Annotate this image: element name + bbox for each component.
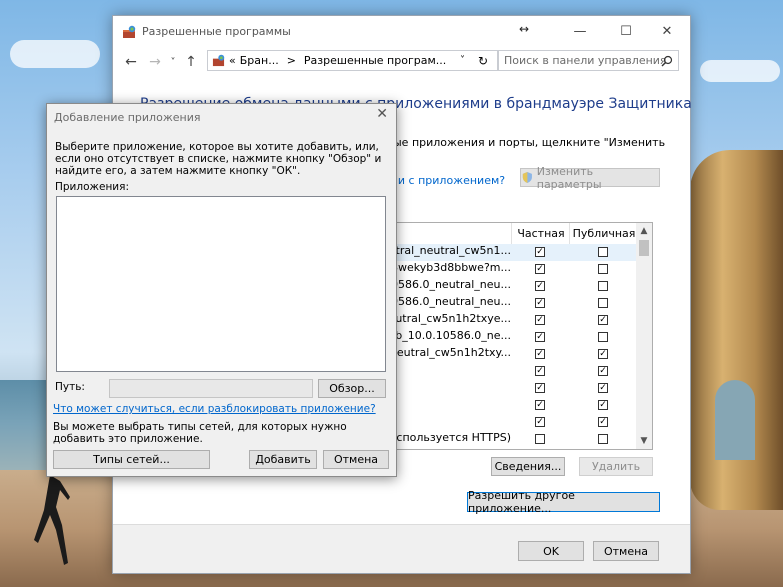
- browse-button[interactable]: Обзор...: [318, 379, 386, 398]
- public-checkbox[interactable]: ✓: [598, 366, 608, 376]
- cloud: [700, 60, 780, 82]
- private-checkbox[interactable]: ✓: [535, 349, 545, 359]
- add-button[interactable]: Добавить: [249, 450, 317, 469]
- refresh-icon[interactable]: ↻: [478, 54, 488, 68]
- dialog-close-icon[interactable]: ✕: [376, 106, 388, 122]
- private-checkbox[interactable]: ✓: [535, 366, 545, 376]
- public-checkbox[interactable]: [598, 298, 608, 308]
- firewall-icon: [123, 25, 136, 38]
- risks-link[interactable]: ями с приложением?: [383, 174, 505, 187]
- scroll-thumb[interactable]: [639, 240, 649, 256]
- dialog-cancel-button[interactable]: Отмена: [323, 450, 389, 469]
- public-checkbox[interactable]: ✓: [598, 417, 608, 427]
- private-checkbox[interactable]: ✓: [535, 264, 545, 274]
- change-settings-button[interactable]: Изменить параметры: [520, 165, 660, 191]
- cloud: [10, 40, 100, 68]
- public-checkbox[interactable]: ✓: [598, 383, 608, 393]
- ok-button[interactable]: OK: [518, 541, 584, 561]
- public-checkbox[interactable]: ✓: [598, 315, 608, 325]
- firewall-icon: [212, 54, 225, 67]
- public-checkbox[interactable]: [598, 281, 608, 291]
- maximize-button[interactable]: ☐: [603, 16, 649, 46]
- network-types-button[interactable]: Типы сетей...: [53, 450, 210, 469]
- path-input[interactable]: [109, 379, 313, 398]
- back-arrow-icon[interactable]: ←: [122, 54, 140, 70]
- column-private[interactable]: Частная: [511, 223, 570, 244]
- address-field[interactable]: « Бран... > Разрешенные програм... ˅ ↻: [207, 50, 499, 71]
- add-app-dialog: Добавление приложения ✕ Выберите приложе…: [46, 103, 397, 477]
- public-checkbox[interactable]: [598, 247, 608, 257]
- details-button[interactable]: Сведения...: [491, 457, 565, 476]
- recent-locations-icon[interactable]: ˅: [164, 57, 182, 68]
- forward-arrow-icon[interactable]: →: [146, 54, 164, 70]
- title-bar: Разрешенные программы ↔ — ☐ ✕: [113, 16, 690, 47]
- column-public[interactable]: Публичная: [569, 223, 638, 244]
- rock-arch: [715, 380, 755, 460]
- path-label: Путь:: [55, 381, 85, 393]
- public-checkbox[interactable]: [598, 332, 608, 342]
- close-button[interactable]: ✕: [644, 16, 690, 46]
- private-checkbox[interactable]: ✓: [535, 315, 545, 325]
- apps-label: Приложения:: [55, 181, 129, 193]
- apps-list[interactable]: [56, 196, 386, 372]
- change-settings-label: Изменить параметры: [536, 164, 602, 191]
- network-types-note: Вы можете выбрать типы сетей, для которы…: [53, 421, 347, 445]
- resize-cursor-icon: ↔: [519, 22, 530, 36]
- search-input[interactable]: Поиск в панели управления: [497, 50, 679, 71]
- public-checkbox[interactable]: [598, 434, 608, 444]
- vertical-scrollbar[interactable]: ▲ ▼: [636, 223, 652, 449]
- breadcrumb-allowed-apps[interactable]: Разрешенные програм...: [304, 54, 446, 67]
- private-checkbox[interactable]: ✓: [535, 332, 545, 342]
- dialog-title: Добавление приложения: [54, 111, 201, 124]
- private-checkbox[interactable]: ✓: [535, 298, 545, 308]
- public-checkbox[interactable]: ✓: [598, 349, 608, 359]
- breadcrumb-prefix: «: [229, 54, 236, 67]
- private-checkbox[interactable]: [535, 434, 545, 444]
- window-title: Разрешенные программы: [142, 25, 291, 38]
- address-dropdown-icon[interactable]: ˅: [460, 55, 465, 66]
- search-icon: [661, 55, 673, 66]
- private-checkbox[interactable]: ✓: [535, 281, 545, 291]
- minimize-button[interactable]: —: [557, 16, 603, 46]
- unblock-risks-link[interactable]: Что может случиться, если разблокировать…: [53, 403, 376, 415]
- private-checkbox[interactable]: ✓: [535, 383, 545, 393]
- public-checkbox[interactable]: [598, 264, 608, 274]
- breadcrumb-firewall[interactable]: Бран...: [240, 54, 279, 67]
- address-bar: ← → ˅ ↑ « Бран... > Разрешенные програм.…: [113, 47, 690, 77]
- dialog-description: Выберите приложение, которое вы хотите д…: [55, 141, 382, 177]
- shield-icon: [522, 172, 532, 183]
- delete-button[interactable]: Удалить: [579, 457, 653, 476]
- search-placeholder: Поиск в панели управления: [504, 54, 667, 67]
- public-checkbox[interactable]: ✓: [598, 400, 608, 410]
- allow-another-app-button[interactable]: Разрешить другое приложение...: [467, 489, 660, 515]
- private-checkbox[interactable]: ✓: [535, 400, 545, 410]
- breadcrumb-separator: >: [286, 54, 296, 67]
- up-arrow-icon[interactable]: ↑: [182, 54, 200, 70]
- private-checkbox[interactable]: ✓: [535, 247, 545, 257]
- page-description: ые приложения и порты, щелкните "Изменит…: [393, 136, 666, 149]
- scroll-up-icon[interactable]: ▲: [636, 223, 652, 239]
- window-footer: OK Отмена: [113, 524, 690, 573]
- cancel-button[interactable]: Отмена: [593, 541, 659, 561]
- private-checkbox[interactable]: ✓: [535, 417, 545, 427]
- scroll-down-icon[interactable]: ▼: [636, 433, 652, 449]
